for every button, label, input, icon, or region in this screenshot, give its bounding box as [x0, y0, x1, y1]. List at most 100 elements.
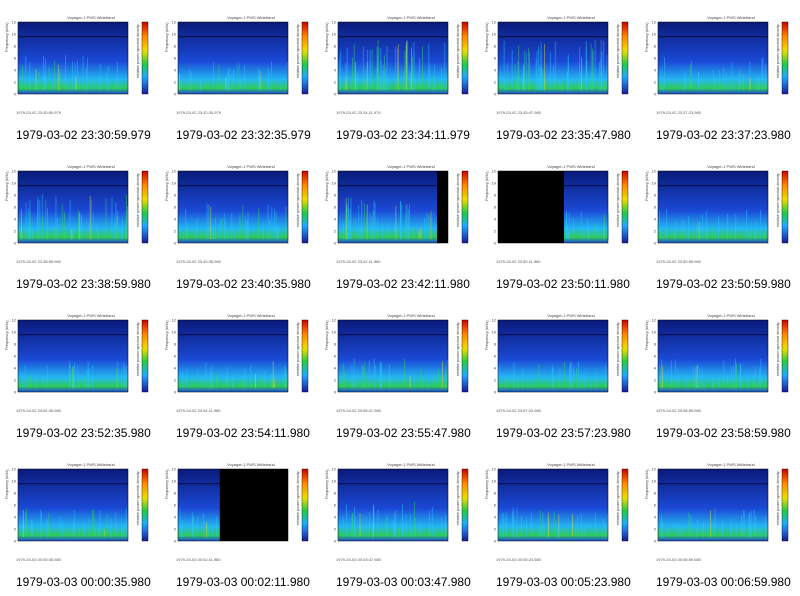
spectrogram-thumbnail[interactable]: 12 10 8 6 4 2 0 Voyager-1 PWS Wideband Frequency…: [640, 298, 800, 447]
y-tick-label: 0: [654, 241, 657, 246]
y-tick-label: 12: [172, 467, 177, 472]
y-tick-label: 4: [14, 68, 17, 73]
spectrogram-thumbnail[interactable]: 12 10 8 6 4 2 0 Voyager-1 PWS Wideband Frequency…: [0, 447, 160, 596]
y-tick-label: 4: [14, 515, 17, 520]
y-axis-label: Frequency (kHz): [324, 22, 329, 52]
thumbnail-caption: 1979-03-03 00:03:47.980: [336, 575, 471, 589]
spectrogram-thumbnail[interactable]: 12 10 8 6 4 2 0 Voyager-1 PWS Wideband Frequency…: [0, 298, 160, 447]
thumbnail-caption: 1979-03-03 00:06:59.980: [656, 575, 791, 589]
spectrogram-thumbnail[interactable]: 12 10 8 6 4 2 0 Voyager-1 PWS Wideband Frequency…: [160, 149, 320, 298]
y-tick-label: 0: [174, 539, 177, 544]
y-tick-label: 6: [14, 354, 17, 359]
y-tick-label: 4: [654, 366, 657, 371]
thumbnail-caption: 1979-03-02 23:40:35.980: [176, 277, 311, 291]
y-axis-label: Frequency (kHz): [324, 469, 329, 499]
y-tick-label: 2: [174, 229, 177, 234]
spectrogram-thumbnail[interactable]: 12 10 8 6 4 2 0 Voyager-1 PWS Wideband Frequency…: [480, 0, 640, 149]
plot-title: Voyager-1 PWS Wideband: [67, 164, 115, 169]
colorbar-label: relative power spectral density: [775, 24, 780, 78]
y-axis-label: Frequency (kHz): [4, 469, 9, 499]
y-tick-label: 4: [174, 217, 177, 222]
y-tick-label: 4: [174, 515, 177, 520]
y-tick-label: 10: [332, 181, 337, 186]
spectrogram-thumbnail[interactable]: 12 10 8 6 4 2 0 Voyager-1 PWS Wideband Frequency…: [0, 149, 160, 298]
time-range-note: 1979-03-02 23:50:11.980: [496, 259, 541, 264]
y-tick-label: 10: [172, 330, 177, 335]
y-tick-label: 10: [12, 330, 17, 335]
y-tick-label: 2: [654, 527, 657, 532]
y-tick-label: 0: [14, 241, 17, 246]
spectrogram-thumbnail[interactable]: 12 10 8 6 4 2 0 Voyager-1 PWS Wideband Frequency…: [0, 0, 160, 149]
y-tick-label: 12: [332, 169, 337, 174]
y-tick-label: 4: [654, 217, 657, 222]
plot-title: Voyager-1 PWS Wideband: [227, 15, 275, 20]
spectrogram-thumbnail[interactable]: 12 10 8 6 4 2 0 Voyager-1 PWS Wideband Frequency…: [320, 149, 480, 298]
colorbar: [301, 21, 309, 95]
spectrogram-thumbnail[interactable]: 12 10 8 6 4 2 0 Voyager-1 PWS Wideband Frequency…: [640, 447, 800, 596]
plot-title: Voyager-1 PWS Wideband: [547, 164, 595, 169]
time-range-note: 1979-03-02 23:37:23.980: [656, 110, 701, 115]
colorbar: [621, 170, 629, 244]
colorbar: [461, 170, 469, 244]
y-axis-label: Frequency (kHz): [164, 171, 169, 201]
plot-title: Voyager-1 PWS Wideband: [67, 15, 115, 20]
spectrogram-thumbnail[interactable]: 12 10 8 6 4 2 0 Voyager-1 PWS Wideband Frequency…: [160, 447, 320, 596]
plot-title: Voyager-1 PWS Wideband: [387, 15, 435, 20]
thumbnail-caption: 1979-03-03 00:02:11.980: [176, 575, 310, 589]
y-tick-label: 12: [12, 318, 17, 323]
spectrogram-thumbnail[interactable]: 12 10 8 6 4 2 0 Voyager-1 PWS Wideband Frequency…: [320, 447, 480, 596]
y-tick-label: 4: [494, 217, 497, 222]
spectrogram-thumbnail[interactable]: 12 10 8 6 4 2 0 Voyager-1 PWS Wideband Frequency…: [640, 0, 800, 149]
colorbar-label: relative power spectral density: [455, 471, 460, 525]
spectrogram-thumbnail[interactable]: 12 10 8 6 4 2 0 Voyager-1 PWS Wideband Frequency…: [160, 0, 320, 149]
y-axis-label: Frequency (kHz): [324, 171, 329, 201]
y-tick-label: 0: [14, 92, 17, 97]
y-tick-label: 12: [652, 318, 657, 323]
y-tick-label: 12: [652, 467, 657, 472]
y-tick-label: 4: [494, 68, 497, 73]
y-tick-label: 0: [334, 539, 337, 544]
time-range-note: 1979-03-03 00:03:47.980: [336, 557, 381, 562]
y-tick-label: 0: [174, 241, 177, 246]
colorbar-label: relative power spectral density: [295, 471, 300, 525]
y-tick-label: 12: [332, 318, 337, 323]
spectrogram-thumbnail[interactable]: 12 10 8 6 4 2 0 Voyager-1 PWS Wideband Frequency…: [480, 298, 640, 447]
y-tick-label: 0: [494, 390, 497, 395]
y-tick-label: 0: [334, 390, 337, 395]
y-tick-label: 8: [334, 491, 337, 496]
thumbnail-caption: 1979-03-02 23:42:11.980: [336, 277, 470, 291]
y-tick-label: 8: [494, 342, 497, 347]
y-tick-label: 4: [14, 366, 17, 371]
colorbar-label: relative power spectral density: [455, 173, 460, 227]
y-tick-label: 8: [14, 193, 17, 198]
spectrogram-thumbnail[interactable]: 12 10 8 6 4 2 0 Voyager-1 PWS Wideband Frequency…: [320, 0, 480, 149]
y-tick-label: 2: [174, 80, 177, 85]
y-tick-label: 12: [652, 20, 657, 25]
y-axis-label: Frequency (kHz): [644, 469, 649, 499]
colorbar: [781, 319, 789, 393]
time-range-note: 1979-03-02 23:35:47.980: [496, 110, 541, 115]
spectrogram-thumbnail[interactable]: 12 10 8 6 4 2 0 Voyager-1 PWS Wideband Frequency…: [160, 298, 320, 447]
y-tick-label: 6: [334, 56, 337, 61]
y-tick-label: 0: [174, 92, 177, 97]
thumbnail-caption: 1979-03-02 23:50:11.980: [496, 277, 630, 291]
y-tick-label: 2: [654, 229, 657, 234]
y-tick-label: 10: [332, 479, 337, 484]
y-tick-label: 4: [494, 515, 497, 520]
colorbar: [141, 21, 149, 95]
colorbar-label: relative power spectral density: [455, 24, 460, 78]
y-tick-label: 8: [654, 44, 657, 49]
y-tick-label: 0: [494, 539, 497, 544]
spectrogram-thumbnail[interactable]: 12 10 8 6 4 2 0 Voyager-1 PWS Wideband Frequency…: [480, 149, 640, 298]
thumbnail-caption: 1979-03-02 23:37:23.980: [656, 128, 791, 142]
spectrogram-thumbnail[interactable]: 12 10 8 6 4 2 0 Voyager-1 PWS Wideband Frequency…: [640, 149, 800, 298]
y-tick-label: 2: [14, 527, 17, 532]
colorbar-label: relative power spectral density: [135, 173, 140, 227]
colorbar: [461, 468, 469, 542]
thumbnail-caption: 1979-03-03 00:05:23.980: [496, 575, 631, 589]
y-tick-label: 10: [492, 330, 497, 335]
y-axis-label: Frequency (kHz): [164, 469, 169, 499]
spectrogram-thumbnail[interactable]: 12 10 8 6 4 2 0 Voyager-1 PWS Wideband Frequency…: [320, 298, 480, 447]
y-tick-label: 6: [654, 205, 657, 210]
spectrogram-thumbnail[interactable]: 12 10 8 6 4 2 0 Voyager-1 PWS Wideband Frequency…: [480, 447, 640, 596]
